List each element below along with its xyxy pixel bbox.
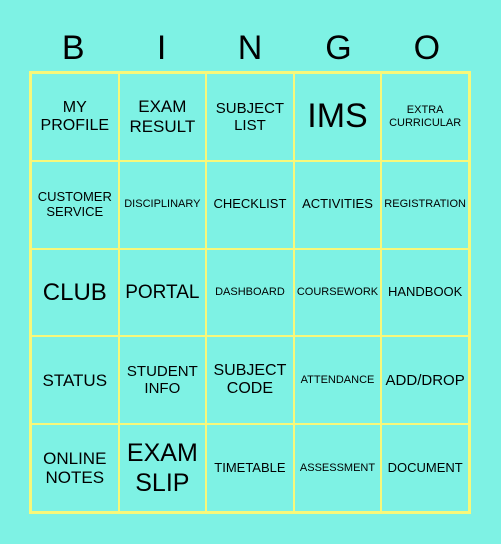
bingo-cell-label: EXTRA CURRICULAR xyxy=(389,104,462,129)
bingo-cell[interactable]: STUDENT INFO xyxy=(118,336,207,425)
bingo-cell-label: EXAM RESULT xyxy=(129,97,196,136)
bingo-cell[interactable]: ACTIVITIES xyxy=(293,160,382,249)
bingo-cell[interactable]: EXAM SLIP xyxy=(118,424,207,512)
bingo-cell-label: STATUS xyxy=(42,370,108,390)
bingo-cell-label: EXAM SLIP xyxy=(126,439,198,498)
bingo-cell-label: IMS xyxy=(307,97,368,136)
bingo-cell-label: STUDENT INFO xyxy=(126,363,198,398)
bingo-header: B I N G O xyxy=(29,28,471,72)
bingo-cell[interactable]: COURSEWORK xyxy=(293,248,382,337)
bingo-cell[interactable]: REGISTRATION xyxy=(381,160,469,249)
bingo-cell-label: TIMETABLE xyxy=(214,459,286,475)
bingo-cell[interactable]: SUBJECT CODE xyxy=(206,336,294,425)
bingo-cell-label: ASSESSMENT xyxy=(299,461,376,474)
bingo-cell-label: PORTAL xyxy=(125,281,200,303)
header-letter-n: N xyxy=(237,29,263,67)
header-letter-i: I xyxy=(156,29,167,67)
bingo-cell[interactable]: ASSESSMENT xyxy=(293,424,382,512)
bingo-cell[interactable]: CLUB xyxy=(31,248,119,337)
bingo-cell[interactable]: HANDBOOK xyxy=(381,248,469,337)
bingo-cell-label: ACTIVITIES xyxy=(302,196,373,212)
bingo-cell-label: SUBJECT LIST xyxy=(215,99,285,134)
bingo-cell-label: CUSTOMER SERVICE xyxy=(37,188,112,219)
bingo-cell[interactable]: IMS xyxy=(293,73,382,161)
bingo-cell-label: CHECKLIST xyxy=(213,196,287,212)
bingo-cell[interactable]: ADD/DROP xyxy=(381,336,469,425)
bingo-cell[interactable]: EXAM RESULT xyxy=(118,73,207,161)
bingo-cell-label: CLUB xyxy=(42,278,107,306)
bingo-cell[interactable]: DOCUMENT xyxy=(381,424,469,512)
bingo-cell-label: DOCUMENT xyxy=(387,459,463,475)
bingo-cell-label: ATTENDANCE xyxy=(300,373,375,386)
bingo-cell[interactable]: ONLINE NOTES xyxy=(31,424,119,512)
bingo-cell-label: DASHBOARD xyxy=(215,286,285,299)
bingo-cell-label: SUBJECT CODE xyxy=(213,361,287,398)
bingo-cell-label: ADD/DROP xyxy=(385,371,465,389)
header-letter-o: O xyxy=(413,29,441,67)
bingo-cell-label: REGISTRATION xyxy=(384,198,466,211)
bingo-cell[interactable]: CHECKLIST xyxy=(206,160,294,249)
bingo-cell-label: HANDBOOK xyxy=(387,284,463,300)
bingo-cell[interactable]: EXTRA CURRICULAR xyxy=(381,73,469,161)
bingo-cell[interactable]: SUBJECT LIST xyxy=(206,73,294,161)
bingo-card: MY PROFILE EXAM RESULT SUBJECT LIST IMS EXTR… xyxy=(29,71,471,514)
bingo-cell[interactable]: DISCIPLINARY xyxy=(118,160,207,249)
bingo-cell-label: DISCIPLINARY xyxy=(124,198,201,211)
bingo-cell[interactable]: ATTENDANCE xyxy=(293,336,382,425)
bingo-cell[interactable]: CUSTOMER SERVICE xyxy=(31,160,119,249)
bingo-cell[interactable]: PORTAL xyxy=(118,248,207,337)
bingo-cell-label: COURSEWORK xyxy=(296,286,379,299)
bingo-cell[interactable]: DASHBOARD xyxy=(206,248,294,337)
header-letter-b: B xyxy=(61,29,85,67)
bingo-cell[interactable]: MY PROFILE xyxy=(31,73,119,161)
bingo-cell-label: ONLINE NOTES xyxy=(43,448,107,488)
header-letter-g: G xyxy=(325,29,352,67)
bingo-cell-label: MY PROFILE xyxy=(40,98,110,134)
bingo-cell[interactable]: STATUS xyxy=(31,336,119,425)
bingo-cell[interactable]: TIMETABLE xyxy=(206,424,294,512)
